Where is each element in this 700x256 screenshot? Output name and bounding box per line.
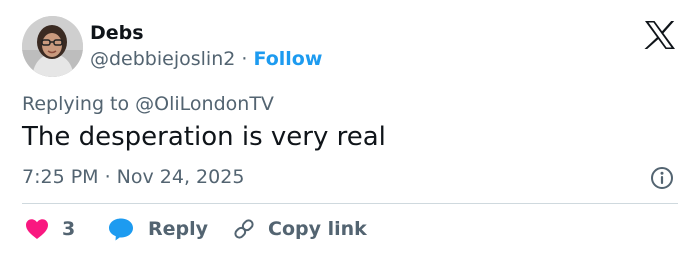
tweet-timestamp[interactable]: 7:25 PM · Nov 24, 2025 [22,166,244,188]
copy-link-label: Copy link [268,218,367,240]
avatar[interactable] [22,16,83,77]
follow-button[interactable]: Follow [253,48,322,70]
reply-context: Replying to @OliLondonTV [22,93,274,115]
tweet-text: The desperation is very real [22,122,386,152]
tweet-card: Debs @debbiejoslin2 · Follow Replying to… [0,0,700,256]
divider [22,203,678,204]
copy-link-button[interactable]: Copy link [232,216,367,242]
reply-mention-link[interactable]: @OliLondonTV [135,93,274,115]
like-button[interactable]: 3 [25,216,75,242]
heart-icon [26,219,48,239]
handle-separator: · [241,48,248,70]
link-icon [234,219,254,239]
x-logo-icon[interactable] [644,20,676,50]
speech-bubble-icon [109,218,133,241]
avatar-image [22,16,83,77]
reply-button[interactable]: Reply [108,216,208,242]
author-handle-line: @debbiejoslin2 · Follow [90,48,322,70]
info-icon[interactable] [650,166,674,190]
reply-label: Reply [148,218,209,240]
author-handle[interactable]: @debbiejoslin2 [90,48,235,70]
like-count: 3 [62,218,76,240]
reply-context-prefix: Replying to [22,93,130,115]
author-name[interactable]: Debs [90,22,144,44]
